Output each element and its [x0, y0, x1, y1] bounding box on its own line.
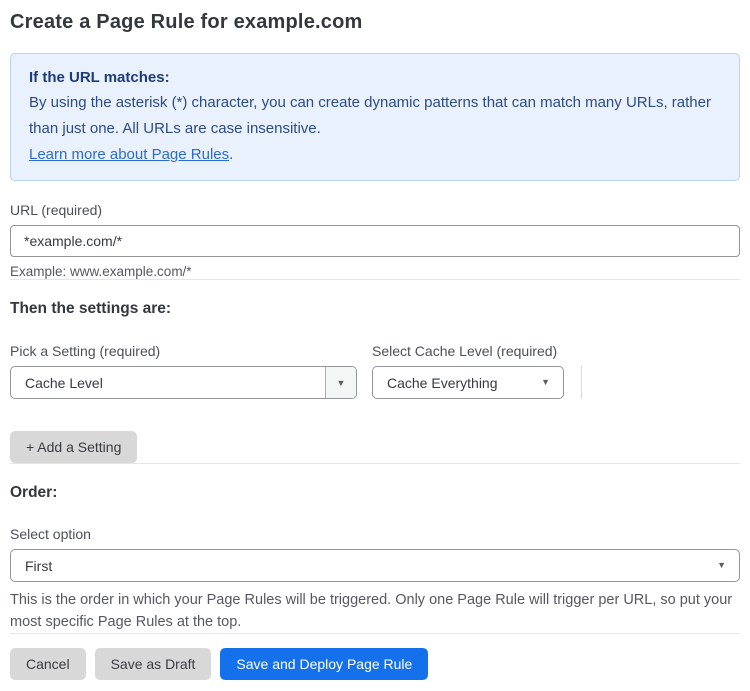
url-match-info-box: If the URL matches: By using the asteris…	[10, 53, 740, 181]
cache-level-picker-column: Select Cache Level (required) Cache Ever…	[372, 343, 564, 399]
save-draft-button[interactable]: Save as Draft	[94, 648, 212, 680]
setting-select-value: Cache Level	[25, 374, 103, 391]
setting-picker-column: Pick a Setting (required) Cache Level ▼	[10, 343, 357, 399]
cache-level-picker-label: Select Cache Level (required)	[372, 343, 558, 359]
caret-down-icon: ▼	[541, 377, 550, 387]
divider	[10, 463, 740, 464]
info-box-body: By using the asterisk (*) character, you…	[29, 94, 711, 137]
settings-section-heading: Then the settings are:	[10, 300, 172, 317]
order-select[interactable]: First ▼	[10, 549, 740, 582]
add-setting-row: + Add a Setting	[10, 431, 740, 463]
info-link-line: Learn more about Page Rules.	[29, 142, 721, 168]
save-deploy-button[interactable]: Save and Deploy Page Rule	[220, 648, 429, 680]
page-title: Create a Page Rule for example.com	[10, 11, 363, 33]
form-actions: Cancel Save as Draft Save and Deploy Pag…	[10, 648, 740, 680]
setting-select[interactable]: Cache Level ▼	[10, 366, 357, 399]
divider	[10, 279, 740, 280]
url-input[interactable]	[10, 225, 740, 257]
info-box-heading: If the URL matches:	[29, 69, 170, 86]
divider	[10, 633, 740, 634]
cancel-button[interactable]: Cancel	[10, 648, 86, 680]
adjacent-control-edge	[581, 366, 582, 399]
order-select-value: First	[25, 557, 53, 574]
add-setting-button[interactable]: + Add a Setting	[10, 431, 138, 463]
order-select-label: Select option	[10, 526, 91, 542]
cache-level-select-value: Cache Everything	[387, 374, 498, 391]
order-description: This is the order in which your Page Rul…	[10, 592, 733, 630]
caret-down-icon: ▼	[325, 367, 356, 398]
settings-picker-row: Pick a Setting (required) Cache Level ▼ …	[10, 343, 740, 399]
cache-level-select[interactable]: Cache Everything ▼	[372, 366, 564, 399]
create-page-rule-form: Create a Page Rule for example.com If th…	[0, 0, 750, 680]
url-hint: Example: www.example.com/*	[10, 264, 192, 279]
learn-more-link[interactable]: Learn more about Page Rules	[29, 146, 229, 163]
setting-picker-label: Pick a Setting (required)	[10, 343, 161, 359]
url-label: URL (required)	[10, 202, 103, 218]
caret-down-icon: ▼	[717, 560, 726, 570]
order-section-heading: Order:	[10, 484, 58, 501]
link-suffix: .	[229, 146, 234, 163]
